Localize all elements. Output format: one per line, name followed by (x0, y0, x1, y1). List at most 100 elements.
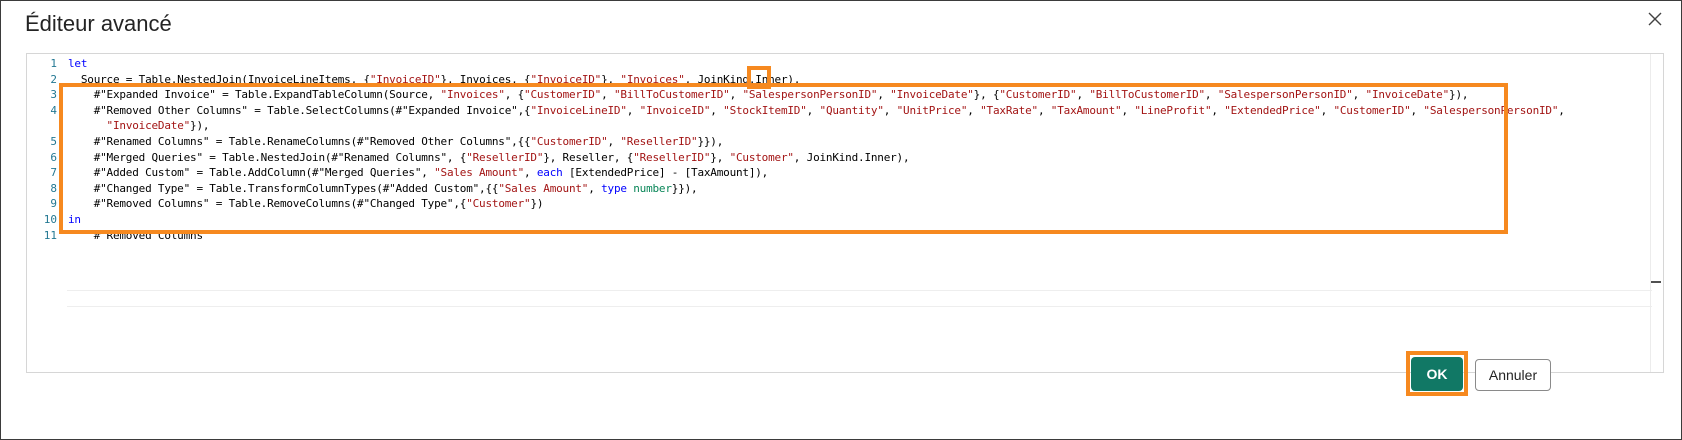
code-token: in (68, 213, 81, 226)
code-line: #"Expanded Invoice" = Table.ExpandTableC… (68, 87, 1469, 102)
code-token: "LineProfit" (1134, 103, 1212, 117)
code-token: , (877, 88, 891, 102)
code-token: "InvoiceID" (369, 72, 441, 86)
code-token: }, (710, 150, 730, 164)
code-token: , (1037, 103, 1051, 117)
code-token: , (626, 103, 640, 117)
advanced-editor-dialog: Éditeur avancé 1 2 3 4 5 6 7 8 9 10 11 let Source … (0, 0, 1682, 440)
code-line: #"Removed Columns" = Table.RemoveColumns… (68, 196, 544, 211)
code-token: , (1410, 103, 1424, 117)
code-token: , (524, 166, 537, 180)
vertical-scrollbar[interactable] (1650, 54, 1663, 372)
line-number (27, 118, 57, 133)
code-token: "SalespersonPersonID" (1217, 88, 1353, 102)
code-token: "Sales Amount" (434, 166, 525, 180)
code-token: "CustomerID" (530, 135, 608, 148)
line-number: 6 (50, 150, 57, 164)
code-token: "Sales Amount" (498, 181, 589, 195)
code-token: "CustomerID" (524, 88, 602, 102)
code-token: #"Added Custom" = Table.AddColumn(#"Merg… (68, 166, 435, 180)
code-token: }, (601, 72, 621, 86)
code-line: in (68, 212, 81, 227)
code-token: "Customer" (466, 197, 531, 211)
code-token: , JoinKind.Inner), (684, 72, 801, 86)
code-token: , (588, 181, 602, 195)
code-token: [ExtendedPrice] - [TaxAmount]), (562, 166, 769, 180)
code-line: #"Removed Columns" (68, 228, 210, 243)
code-token: "InvoiceID" (530, 72, 602, 86)
code-token: }, { (973, 88, 1000, 102)
code-line: #"Renamed Columns" = Table.RenameColumns… (68, 134, 724, 149)
code-token: }}), (671, 181, 698, 195)
code-token: "ExtendedPrice" (1224, 103, 1321, 117)
line-number-gutter: 1 2 3 4 5 6 7 8 9 10 11 (27, 54, 61, 372)
code-token: "InvoiceDate" (106, 119, 191, 133)
code-token: number (633, 181, 672, 195)
code-token: , (1076, 88, 1090, 102)
line-number: 11 (43, 228, 57, 242)
cancel-button[interactable]: Annuler (1475, 359, 1551, 391)
code-token: "ResellerID" (620, 135, 698, 148)
code-token: , (729, 88, 743, 102)
code-token: "UnitPrice" (896, 103, 968, 117)
code-token: "ResellerID" (633, 150, 711, 164)
code-token: #"Changed Type" = Table.TransformColumnT… (68, 181, 499, 195)
code-token: "Invoices" (440, 88, 505, 102)
dialog-title: Éditeur avancé (25, 11, 172, 36)
line-number: 2 (50, 72, 57, 86)
code-token: #"Removed Columns" = Table.RemoveColumns… (68, 197, 467, 211)
code-token: "ResellerID" (466, 150, 544, 164)
scrollbar-cursor-marker (1651, 281, 1661, 283)
line-number: 1 (50, 57, 57, 70)
code-token: "InvoiceID" (639, 103, 711, 117)
code-token: "TaxRate" (980, 103, 1038, 117)
code-token: , (1352, 88, 1366, 102)
code-token: , (806, 103, 820, 117)
line-number: 3 (50, 88, 57, 102)
line-number: 9 (50, 197, 57, 211)
code-token: #"Merged Queries" = Table.NestedJoin(#"R… (68, 150, 467, 164)
code-token: #"Renamed Columns" = Table.RenameColumns… (68, 135, 531, 148)
code-token: #"Removed Other Columns" = Table.SelectC… (68, 103, 531, 117)
code-token: "SalespersonPersonID" (742, 88, 878, 102)
code-token: , (883, 103, 897, 117)
code-token: , { (504, 88, 525, 102)
code-token: , (1320, 103, 1334, 117)
code-line: Source = Table.NestedJoin(InvoiceLineIte… (68, 72, 801, 87)
code-token: }, Invoices, { (440, 72, 531, 86)
close-button[interactable] (1641, 5, 1669, 33)
code-token: Source = Table.NestedJoin(InvoiceLineIte… (68, 72, 370, 86)
code-token: "Customer" (729, 150, 794, 164)
code-line: #"Merged Queries" = Table.NestedJoin(#"R… (68, 150, 910, 165)
code-token: "InvoiceLineID" (530, 103, 627, 117)
code-token: each (536, 166, 563, 180)
line-number: 10 (43, 213, 57, 226)
code-token: }), (190, 119, 210, 133)
code-token: , (1121, 103, 1135, 117)
code-token: , (710, 103, 724, 117)
line-number: 5 (50, 135, 57, 148)
code-token: , (1211, 103, 1225, 117)
code-token: , (1204, 88, 1218, 102)
ok-button[interactable]: OK (1411, 357, 1463, 391)
code-editor[interactable]: 1 2 3 4 5 6 7 8 9 10 11 let Source = Table.NestedJ… (26, 53, 1664, 373)
line-number: 8 (50, 181, 57, 195)
code-token: "TaxAmount" (1050, 103, 1122, 117)
code-token: "InvoiceDate" (890, 88, 974, 102)
code-line: #"Added Custom" = Table.AddColumn(#"Merg… (68, 165, 769, 180)
code-token: "BillToCustomerID" (1089, 88, 1205, 102)
code-token: }) (530, 197, 544, 211)
code-token: , (967, 103, 981, 117)
code-line: #"Removed Other Columns" = Table.SelectC… (68, 103, 1565, 118)
code-token: , (1558, 103, 1565, 117)
code-token: "SalespersonPersonID" (1423, 103, 1559, 117)
code-token: "Invoices" (620, 72, 685, 86)
line-number: 7 (50, 166, 57, 180)
code-token: , (607, 135, 621, 148)
close-icon (1648, 12, 1662, 26)
code-line: #"Changed Type" = Table.TransformColumnT… (68, 181, 698, 196)
code-line: let (68, 56, 87, 71)
code-area[interactable]: let Source = Table.NestedJoin(InvoiceLin… (68, 54, 1663, 372)
line-number: 4 (50, 103, 57, 117)
